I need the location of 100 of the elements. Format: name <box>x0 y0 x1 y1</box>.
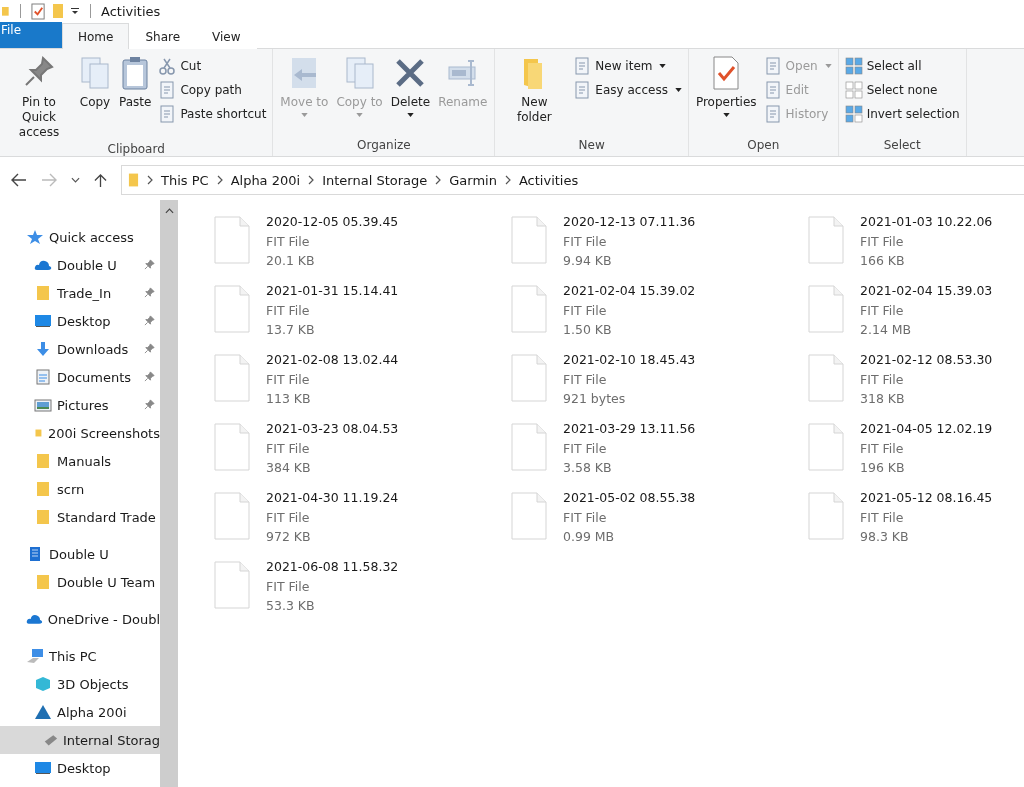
chevron-up-icon[interactable] <box>164 208 174 214</box>
ribbon-button[interactable]: Pin to Quick access <box>4 53 74 142</box>
breadcrumb[interactable]: This PC <box>161 172 209 188</box>
tree-item[interactable]: Internal Storag <box>0 726 160 754</box>
file-size: 166 KB <box>860 252 906 270</box>
chevron-right-icon[interactable] <box>435 175 442 185</box>
file-name: 2020-12-05 05.39.45 <box>266 213 399 231</box>
ribbon-button[interactable]: Select all <box>842 56 962 76</box>
blank-file-icon <box>214 354 250 402</box>
file-item[interactable]: 2021-02-10 18.45.43 FIT File 921 bytes <box>511 350 808 419</box>
tree-item[interactable]: scrn <box>0 475 160 503</box>
breadcrumb[interactable]: Alpha 200i <box>230 172 301 188</box>
ribbon-button[interactable]: Cut <box>156 56 269 76</box>
file-item[interactable]: 2021-06-08 11.58.32 FIT File 53.3 KB <box>214 557 511 626</box>
tree-item[interactable]: Pictures <box>0 391 160 419</box>
file-type: FIT File <box>860 232 905 251</box>
caret-icon <box>824 64 832 68</box>
tree-item[interactable]: Downloads <box>0 335 160 363</box>
pin-icon <box>144 343 155 354</box>
blank-file-icon <box>511 216 547 264</box>
checkmark-page-icon[interactable] <box>31 2 46 20</box>
breadcrumb[interactable]: Garmin <box>449 172 497 188</box>
ribbon-button[interactable]: New folder <box>499 53 570 127</box>
file-type: FIT File <box>860 301 905 320</box>
tree-item[interactable]: Alpha 200i <box>0 698 160 726</box>
chevron-right-icon[interactable] <box>147 175 153 185</box>
chevron-right-icon[interactable] <box>308 175 315 185</box>
up-arrow-icon[interactable] <box>94 172 107 188</box>
file-item[interactable]: 2021-01-03 10.22.06 FIT File 166 KB <box>808 212 1024 281</box>
group-label: Organize <box>356 138 411 154</box>
ribbon-tab[interactable]: Home <box>62 23 130 49</box>
ribbon-button[interactable]: Paste shortcut <box>156 104 269 124</box>
file-item[interactable]: 2021-04-05 12.02.19 FIT File 196 KB <box>808 419 1024 488</box>
back-arrow-icon[interactable] <box>11 173 27 187</box>
chevron-right-icon[interactable] <box>216 175 223 185</box>
file-item[interactable]: 2021-02-08 13.02.44 FIT File 113 KB <box>214 350 511 419</box>
ribbon-button[interactable]: Properties <box>692 53 760 119</box>
file-size: 2.14 MB <box>860 321 913 339</box>
folder-icon <box>34 574 52 590</box>
breadcrumb[interactable]: Internal Storage <box>322 172 428 188</box>
scrollbar[interactable] <box>160 200 178 787</box>
tree-item[interactable]: Double U <box>0 251 160 279</box>
file-menu-button[interactable]: File <box>0 22 62 48</box>
file-size: 113 KB <box>266 390 312 408</box>
blank-file-icon <box>808 354 844 402</box>
blank-file-icon <box>511 423 547 471</box>
breadcrumb[interactable]: Activities <box>518 172 579 188</box>
folder-icon <box>128 172 139 188</box>
file-item[interactable]: 2021-02-12 08.53.30 FIT File 318 KB <box>808 350 1024 419</box>
file-item[interactable]: 2020-12-13 07.11.36 FIT File 9.94 KB <box>511 212 808 281</box>
tree-item[interactable]: Standard Trade <box>0 503 160 531</box>
file-type: FIT File <box>860 370 905 389</box>
monitor-icon <box>34 313 52 329</box>
ribbon-button[interactable]: Invert selection <box>842 104 962 124</box>
tree-item[interactable]: Double U Team <box>0 568 160 596</box>
file-size: 921 bytes <box>563 390 627 408</box>
pages-icon <box>79 55 111 91</box>
tree-item[interactable]: This PC <box>0 642 160 670</box>
blank-file-icon <box>511 354 547 402</box>
ribbon-button[interactable]: Easy access <box>571 80 684 100</box>
chevron-down-icon[interactable] <box>71 177 80 183</box>
file-item[interactable]: 2021-04-30 11.19.24 FIT File 972 KB <box>214 488 511 557</box>
file-size: 384 KB <box>266 459 312 477</box>
tree-item[interactable]: 200i Screenshots <box>0 419 160 447</box>
chevron-right-icon[interactable] <box>504 175 511 185</box>
file-item[interactable]: 2021-02-04 15.39.03 FIT File 2.14 MB <box>808 281 1024 350</box>
tree-item[interactable]: Trade_In <box>0 279 160 307</box>
caret-icon <box>659 64 667 68</box>
file-item[interactable]: 2021-01-31 15.14.41 FIT File 13.7 KB <box>214 281 511 350</box>
tree-item[interactable]: 3D Objects <box>0 670 160 698</box>
ribbon-button[interactable]: Copy path <box>156 80 269 100</box>
file-name: 2021-06-08 11.58.32 <box>266 558 399 576</box>
ribbon-button[interactable]: Paste <box>116 53 155 112</box>
arrow-down-icon <box>34 341 52 357</box>
caret-icon[interactable] <box>70 6 80 16</box>
ribbon-button[interactable]: Copy <box>76 53 114 112</box>
file-item[interactable]: 2021-02-04 15.39.02 FIT File 1.50 KB <box>511 281 808 350</box>
tree-item[interactable]: OneDrive - Doubl <box>0 605 160 633</box>
address-bar[interactable]: This PC Alpha 200i Internal Storage Garmin Activities <box>121 165 1024 195</box>
ribbon-button[interactable]: New item <box>571 56 684 76</box>
tree-item[interactable]: Desktop <box>0 754 160 782</box>
ribbon-button[interactable]: Select none <box>842 80 962 100</box>
pin-icon <box>144 287 155 298</box>
folder-icon <box>34 285 52 301</box>
file-item[interactable]: 2021-05-12 08.16.45 FIT File 98.3 KB <box>808 488 1024 557</box>
tree-item[interactable]: Desktop <box>0 307 160 335</box>
file-item[interactable]: 2021-05-02 08.55.38 FIT File 0.99 MB <box>511 488 808 557</box>
tree-item[interactable]: Manuals <box>0 447 160 475</box>
page-icon <box>573 81 592 99</box>
tree-item[interactable]: Documents <box>0 363 160 391</box>
file-name: 2021-02-12 08.53.30 <box>860 351 993 369</box>
file-item[interactable]: 2021-03-29 13.11.56 FIT File 3.58 KB <box>511 419 808 488</box>
tree-item[interactable]: Quick access <box>0 223 160 251</box>
grid-icon <box>844 57 863 75</box>
file-name: 2021-01-31 15.14.41 <box>266 282 399 300</box>
ribbon-button[interactable]: Delete <box>387 53 434 119</box>
file-name: 2021-02-08 13.02.44 <box>266 351 399 369</box>
file-item[interactable]: 2020-12-05 05.39.45 FIT File 20.1 KB <box>214 212 511 281</box>
file-item[interactable]: 2021-03-23 08.04.53 FIT File 384 KB <box>214 419 511 488</box>
tree-item[interactable]: Double U <box>0 540 160 568</box>
